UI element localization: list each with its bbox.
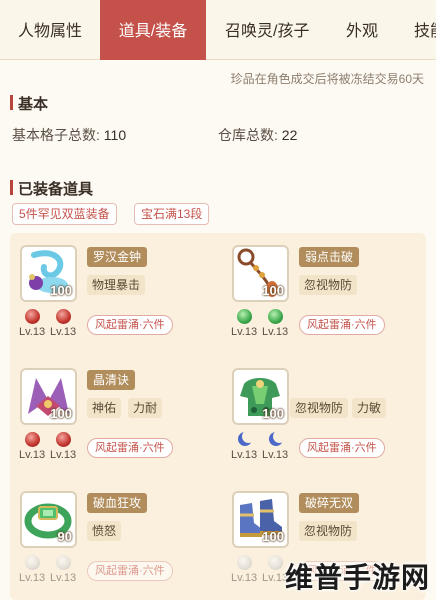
gem-slot: Lv.13 [50, 555, 76, 584]
armor-icon: 100 [232, 368, 289, 425]
equipment-card[interactable]: 100 晶清诀 神佑 力耐 Lv.13 Lv.13 风起雷涌·六件 [10, 356, 210, 466]
tab-appearance[interactable]: 外观 [346, 0, 378, 60]
gem-slot: Lv.13 [50, 309, 76, 338]
grid-count-label: 基本格子总数: [12, 127, 100, 143]
highlight-chip: 宝石满13段 [134, 203, 210, 225]
equipment-card[interactable]: 100 罗汉金钟 物理暴击 Lv.13 Lv.13 风起雷涌·六件 [10, 233, 210, 343]
tab-items-equipment[interactable]: 道具/装备 [100, 0, 206, 60]
gem-level: Lv.13 [50, 572, 77, 584]
set-bonus-badge: 风起雷涌·六件 [87, 315, 173, 335]
gem-level: Lv.13 [231, 572, 258, 584]
storage-count-label: 仓库总数: [218, 127, 278, 143]
white-gem-icon [24, 555, 40, 570]
white-gem-icon [236, 555, 252, 570]
gem-slot: Lv.13 [50, 432, 76, 461]
gem-level: Lv.13 [19, 572, 46, 584]
gem-slot: Lv.13 [231, 555, 257, 584]
section-title-basic: 基本 [10, 93, 48, 114]
gem-level: Lv.13 [19, 449, 46, 461]
storage-count-value: 22 [281, 127, 298, 143]
gem-level: Lv.13 [50, 326, 77, 338]
item-attribute-tag: 忽视物防 [290, 398, 349, 418]
site-watermark: 维普手游网 [284, 562, 430, 593]
item-attribute-tag: 愤怒 [87, 521, 122, 541]
item-name: 破碎无双 [299, 493, 360, 513]
equipment-panel: 100 罗汉金钟 物理暴击 Lv.13 Lv.13 风起雷涌·六件 100 弱点… [10, 233, 426, 600]
gem-slot: Lv.13 [19, 432, 45, 461]
set-bonus-badge: 风起雷涌·六件 [87, 561, 173, 581]
set-bonus-badge: 风起雷涌·六件 [299, 315, 385, 335]
moon-gem-icon [268, 430, 286, 447]
gem-slot: Lv.13 [19, 555, 45, 584]
item-attribute-tag: 物理暴击 [87, 275, 146, 295]
jade-belt-icon: 90 [20, 491, 77, 548]
gem-level: Lv.13 [231, 449, 258, 461]
equipment-card[interactable]: 100 弱点击破 忽视物防 Lv.13 Lv.13 风起雷涌·六件 [222, 233, 422, 343]
red-gem-icon [55, 432, 71, 447]
gem-level: Lv.13 [262, 326, 289, 338]
freeze-notice: 珍品在角色成交后将被冻结交易60天 [230, 72, 424, 86]
necklace-icon: 100 [232, 245, 289, 302]
bell-icon: 100 [20, 245, 77, 302]
white-gem-icon [267, 555, 283, 570]
highlight-chip: 5件罕见双蓝装备 [12, 203, 117, 225]
item-attribute-tag: 神佑 [87, 398, 122, 418]
storage-count: 仓库总数: 22 [218, 125, 297, 145]
set-bonus-badge: 风起雷涌·六件 [299, 438, 385, 458]
tab-character-attributes[interactable]: 人物属性 [18, 0, 82, 60]
item-name: 罗汉金钟 [87, 247, 148, 267]
item-attribute-tag: 忽视物防 [299, 521, 358, 541]
gem-slot: Lv.13 [231, 430, 258, 461]
gem-slot: Lv.13 [231, 309, 257, 338]
item-level: 100 [262, 406, 284, 421]
gem-level: Lv.13 [262, 449, 289, 461]
green-gem-icon [236, 309, 252, 324]
item-name: 破血狂攻 [87, 493, 148, 513]
gem-level: Lv.13 [19, 326, 46, 338]
red-gem-icon [24, 309, 40, 324]
item-attribute-tag: 忽视物防 [299, 275, 358, 295]
item-level: 100 [50, 406, 72, 421]
item-attribute-tag: 力耐 [128, 398, 163, 418]
red-gem-icon [24, 432, 40, 447]
equipment-card[interactable]: 100 忽视物防 力敏 Lv.13 Lv.13 风起雷涌·六件 [222, 356, 422, 466]
grid-count: 基本格子总数: 110 [12, 125, 126, 145]
gem-level: Lv.13 [50, 449, 77, 461]
gem-slot: Lv.13 [19, 309, 45, 338]
fan-icon: 100 [20, 368, 77, 425]
section-title-equipped: 已装备道具 [10, 178, 93, 199]
grid-count-value: 110 [103, 127, 127, 143]
item-level: 100 [262, 529, 284, 544]
boots-icon: 100 [232, 491, 289, 548]
green-gem-icon [267, 309, 283, 324]
item-name: 弱点击破 [299, 247, 360, 267]
gem-slot: Lv.13 [262, 430, 289, 461]
gem-level: Lv.13 [231, 326, 258, 338]
moon-gem-icon [237, 430, 255, 447]
item-level: 100 [262, 283, 284, 298]
gem-slot: Lv.13 [262, 309, 288, 338]
red-gem-icon [55, 309, 71, 324]
item-name: 晶清诀 [87, 370, 136, 390]
item-attribute-tag: 力敏 [352, 398, 387, 418]
item-level: 100 [50, 283, 72, 298]
tab-skills[interactable]: 技能 [414, 0, 436, 60]
tab-summons-children[interactable]: 召唤灵/孩子 [225, 0, 309, 60]
tab-bar: 人物属性 道具/装备 召唤灵/孩子 外观 技能 [0, 0, 436, 60]
white-gem-icon [55, 555, 71, 570]
set-bonus-badge: 风起雷涌·六件 [87, 438, 173, 458]
item-level: 90 [57, 529, 72, 544]
equipment-card[interactable]: 90 破血狂攻 愤怒 Lv.13 Lv.13 风起雷涌·六件 [10, 479, 210, 589]
